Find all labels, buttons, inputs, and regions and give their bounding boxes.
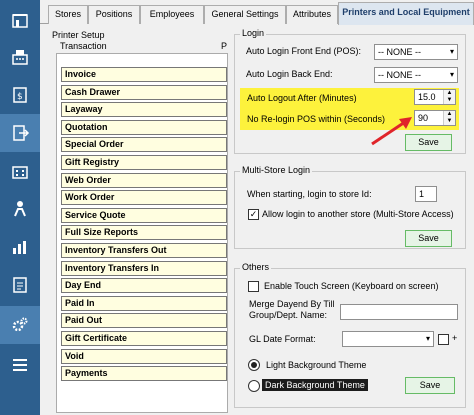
- chart-icon: [13, 241, 26, 254]
- transaction-row[interactable]: Web Order: [61, 172, 227, 188]
- chart-nav-button[interactable]: [0, 228, 40, 266]
- logout-label: Auto Logout After (Minutes): [247, 93, 357, 103]
- settings-tab-strip: Stores Positions Employees General Setti…: [40, 0, 474, 25]
- chevron-down-icon: ▾: [449, 47, 454, 56]
- gl-date-format-select[interactable]: ▾: [342, 331, 434, 347]
- front-end-select[interactable]: -- NONE -- ▾: [374, 44, 458, 60]
- transaction-row[interactable]: Paid In: [61, 295, 227, 311]
- invoice-icon: $: [13, 87, 27, 103]
- tab-employees[interactable]: Employees: [140, 5, 204, 24]
- light-theme-radio[interactable]: [248, 359, 260, 371]
- transaction-row[interactable]: Payments: [61, 366, 227, 382]
- store-id-label: When starting, login to store Id:: [247, 189, 372, 199]
- tab-stores[interactable]: Stores: [48, 5, 88, 24]
- spinner-icon[interactable]: ▲ ▼: [443, 111, 455, 125]
- login-save-button[interactable]: Save: [405, 134, 452, 151]
- logout-minutes-input[interactable]: 15.0 ▲ ▼: [414, 89, 456, 105]
- tab-positions[interactable]: Positions: [88, 5, 140, 24]
- transaction-row[interactable]: Day End: [61, 278, 227, 294]
- transaction-row[interactable]: Quotation: [61, 119, 227, 135]
- others-save-button[interactable]: Save: [405, 377, 455, 394]
- transaction-row[interactable]: Paid Out: [61, 313, 227, 329]
- merge-dayend-label-line2: Group/Dept. Name:: [249, 310, 328, 320]
- building-icon: [12, 166, 28, 179]
- logout-value: 15.0: [418, 92, 436, 102]
- relogin-value: 90: [418, 113, 429, 123]
- others-group-title: Others: [240, 262, 272, 272]
- transaction-row[interactable]: Inventory Transfers In: [61, 260, 227, 276]
- dark-theme-radio[interactable]: [248, 380, 260, 392]
- gl-date-checkbox[interactable]: [438, 334, 449, 345]
- report-icon: [13, 277, 27, 293]
- menu-icon: [13, 359, 27, 371]
- chevron-down-icon: ▾: [425, 334, 430, 343]
- touch-screen-label: Enable Touch Screen (Keyboard on screen): [264, 281, 439, 291]
- allow-multistore-label: Allow login to another store (Multi-Stor…: [262, 209, 454, 219]
- transaction-row[interactable]: Inventory Transfers Out: [61, 243, 227, 258]
- transaction-row[interactable]: Special Order: [61, 137, 227, 153]
- back-end-label: Auto Login Back End:: [246, 69, 333, 79]
- multistore-save-button[interactable]: Save: [405, 230, 452, 247]
- touch-screen-checkbox[interactable]: [248, 281, 259, 292]
- store-icon: [12, 14, 28, 28]
- light-theme-label: Light Background Theme: [266, 360, 367, 370]
- store-id-value: 1: [419, 189, 425, 199]
- transaction-row[interactable]: Invoice: [61, 67, 227, 82]
- transaction-row[interactable]: Work Order: [61, 190, 227, 206]
- merge-dayend-input[interactable]: [340, 304, 458, 320]
- login-group-title: Login: [240, 28, 267, 38]
- person-icon: [14, 201, 26, 217]
- back-end-value: -- NONE --: [378, 70, 421, 80]
- exit-nav-button[interactable]: [0, 114, 40, 152]
- gl-date-plus-label: +: [452, 333, 458, 343]
- tab-printers-local-equipment[interactable]: Printers and Local Equipment: [338, 2, 474, 25]
- transaction-column-header: Transaction: [60, 41, 107, 51]
- printer-setup-label: Printer Setup: [52, 30, 105, 40]
- gl-date-format-label: GL Date Format:: [249, 334, 316, 344]
- chevron-down-icon: ▾: [449, 70, 454, 79]
- menu-nav-button[interactable]: [0, 346, 40, 384]
- back-end-select[interactable]: -- NONE -- ▾: [374, 67, 458, 83]
- invoice-nav-button[interactable]: $: [0, 76, 40, 114]
- dark-theme-label: Dark Background Theme: [262, 379, 368, 391]
- building-nav-button[interactable]: [0, 152, 40, 190]
- transaction-row[interactable]: Layaway: [61, 102, 227, 118]
- transaction-row[interactable]: Cash Drawer: [61, 84, 227, 100]
- exit-icon: [13, 125, 30, 141]
- gears-icon: [12, 317, 28, 332]
- register-icon: [12, 50, 28, 65]
- transaction-row[interactable]: Gift Certificate: [61, 331, 227, 346]
- settings-nav-button[interactable]: [0, 306, 40, 344]
- tab-attributes[interactable]: Attributes: [286, 5, 338, 24]
- store-id-input[interactable]: 1: [415, 186, 437, 202]
- multistore-group-title: Multi-Store Login: [240, 165, 313, 175]
- tab-general-settings[interactable]: General Settings: [204, 5, 286, 24]
- relogin-seconds-input[interactable]: 90 ▲ ▼: [414, 110, 456, 126]
- register-nav-button[interactable]: [0, 38, 40, 76]
- transaction-row[interactable]: Void: [61, 348, 227, 364]
- allow-multistore-checkbox[interactable]: ✓: [248, 209, 259, 220]
- person-nav-button[interactable]: [0, 190, 40, 228]
- merge-dayend-label-line1: Merge Dayend By Till: [249, 299, 335, 309]
- front-end-value: -- NONE --: [378, 47, 421, 57]
- nav-rail: $: [0, 0, 40, 415]
- transaction-row[interactable]: Gift Registry: [61, 155, 227, 170]
- front-end-label: Auto Login Front End (POS):: [246, 46, 362, 56]
- transaction-row[interactable]: Full Size Reports: [61, 225, 227, 241]
- svg-text:$: $: [17, 92, 23, 102]
- store-nav-button[interactable]: [0, 2, 40, 40]
- transaction-row[interactable]: Service Quote: [61, 207, 227, 223]
- relogin-label: No Re-login POS within (Seconds): [247, 114, 386, 124]
- printer-column-header: P: [221, 41, 228, 51]
- report-nav-button[interactable]: [0, 266, 40, 304]
- transaction-list: Invoice Cash Drawer Layaway Quotation Specia…: [56, 53, 228, 413]
- spinner-icon[interactable]: ▲ ▼: [443, 90, 455, 104]
